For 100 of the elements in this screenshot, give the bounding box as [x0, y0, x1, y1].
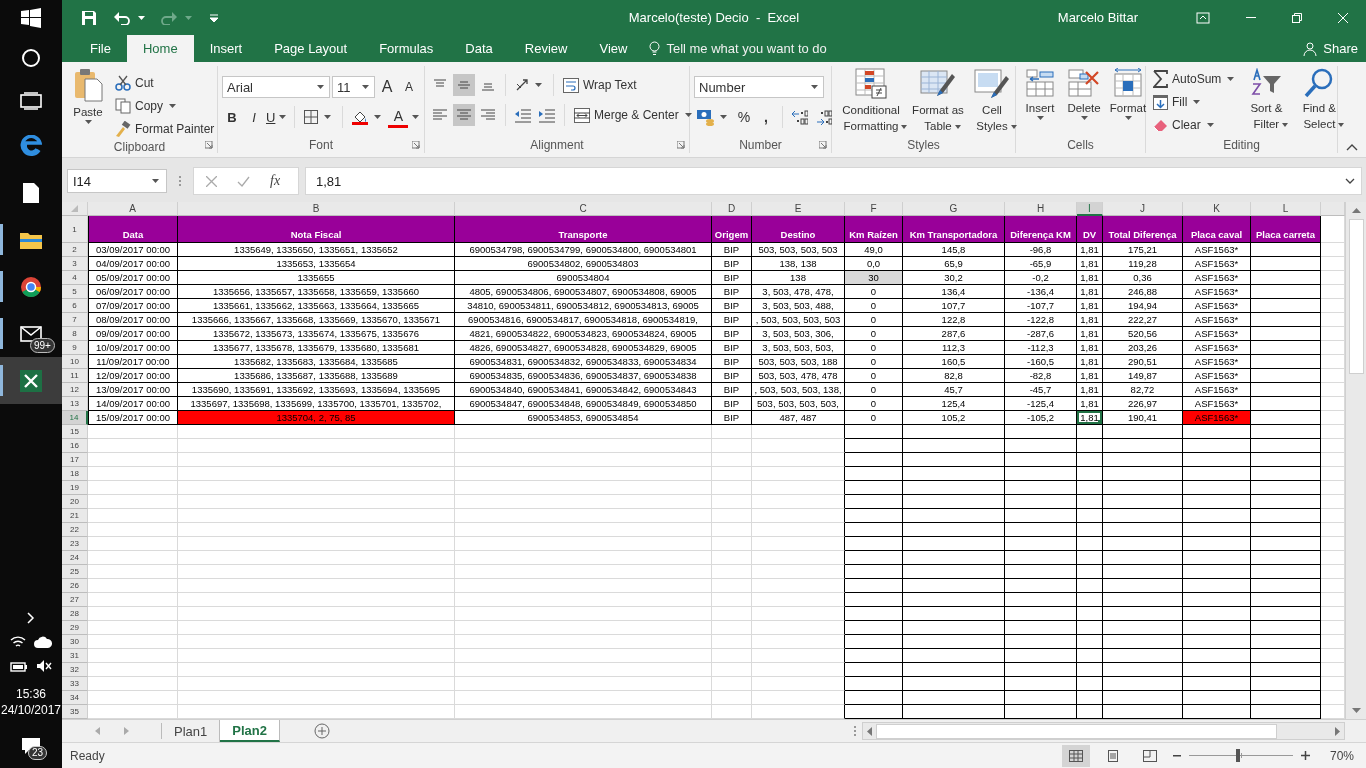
- table-cell[interactable]: 203,26: [1103, 341, 1183, 355]
- table-cell[interactable]: [1251, 285, 1321, 299]
- table-cell[interactable]: [1183, 551, 1251, 565]
- row-header[interactable]: 25: [62, 565, 88, 579]
- slider-thumb[interactable]: [1235, 749, 1240, 762]
- undo-icon[interactable]: [114, 10, 130, 25]
- table-cell[interactable]: [1005, 495, 1077, 509]
- table-cell[interactable]: [752, 551, 845, 565]
- table-cell[interactable]: [1077, 523, 1103, 537]
- table-cell[interactable]: 0: [845, 397, 903, 411]
- table-cell[interactable]: 30,2: [903, 271, 1005, 285]
- table-cell[interactable]: [845, 467, 903, 481]
- table-cell[interactable]: [1183, 495, 1251, 509]
- row-header[interactable]: 14: [62, 411, 88, 425]
- table-cell[interactable]: ASF1563*: [1183, 411, 1251, 425]
- table-cell[interactable]: [1077, 425, 1103, 439]
- table-cell[interactable]: [1251, 579, 1321, 593]
- collapse-ribbon-icon[interactable]: [1346, 144, 1358, 151]
- table-cell[interactable]: 125,4: [903, 397, 1005, 411]
- table-cell[interactable]: [1251, 467, 1321, 481]
- table-cell[interactable]: ASF1563*: [1183, 355, 1251, 369]
- underline-button[interactable]: U: [266, 106, 289, 128]
- table-cell[interactable]: [1103, 691, 1183, 705]
- table-cell[interactable]: [1251, 299, 1321, 313]
- table-cell[interactable]: [1077, 467, 1103, 481]
- taskbar-button[interactable]: [0, 357, 62, 404]
- insert-function-button[interactable]: fx: [270, 173, 281, 189]
- table-cell[interactable]: 1335682, 1335683, 1335684, 1335685: [178, 355, 455, 369]
- table-cell[interactable]: [903, 649, 1005, 663]
- table-cell[interactable]: [1183, 523, 1251, 537]
- row-header[interactable]: 16: [62, 439, 88, 453]
- table-cell[interactable]: [1077, 481, 1103, 495]
- table-cell[interactable]: 30: [845, 271, 903, 285]
- table-cell[interactable]: [903, 453, 1005, 467]
- table-cell[interactable]: [1251, 327, 1321, 341]
- table-cell[interactable]: 520,56: [1103, 327, 1183, 341]
- row-header[interactable]: 20: [62, 495, 88, 509]
- share-button[interactable]: Share: [1303, 35, 1358, 62]
- row-header[interactable]: 2: [62, 243, 88, 257]
- table-cell[interactable]: 6900534835, 6900534836, 6900534837, 6900534838: [455, 369, 712, 383]
- table-cell[interactable]: 6900534798, 6900534799, 6900534800, 6900534801: [455, 243, 712, 257]
- header-cell[interactable]: Destino: [752, 216, 845, 243]
- merge-center-button[interactable]: Merge & Center: [571, 104, 697, 126]
- table-cell[interactable]: 1,81: [1077, 355, 1103, 369]
- table-cell[interactable]: [845, 579, 903, 593]
- table-cell[interactable]: 10/09/2017 00:00: [88, 341, 178, 355]
- table-cell[interactable]: BIP: [712, 383, 752, 397]
- table-cell[interactable]: [1251, 537, 1321, 551]
- table-cell[interactable]: [1005, 453, 1077, 467]
- table-cell[interactable]: [845, 509, 903, 523]
- font-size-field[interactable]: 11: [332, 76, 375, 98]
- header-cell[interactable]: DV: [1077, 216, 1103, 243]
- copy-button[interactable]: Copy: [112, 95, 218, 117]
- table-cell[interactable]: 12/09/2017 00:00: [88, 369, 178, 383]
- table-cell[interactable]: ASF1563*: [1183, 299, 1251, 313]
- table-cell[interactable]: 503, 503, 478, 478: [752, 369, 845, 383]
- table-cell[interactable]: [1005, 509, 1077, 523]
- table-cell[interactable]: -0,2: [1005, 271, 1077, 285]
- table-cell[interactable]: [845, 635, 903, 649]
- table-cell[interactable]: [1183, 467, 1251, 481]
- wifi-icon[interactable]: [10, 635, 26, 649]
- table-cell[interactable]: [1251, 411, 1321, 425]
- taskbar-button[interactable]: 99+: [0, 310, 62, 357]
- task-view-icon[interactable]: [20, 92, 42, 110]
- table-cell[interactable]: [1103, 537, 1183, 551]
- table-cell[interactable]: 4821, 6900534822, 6900534823, 6900534824, 69005: [455, 327, 712, 341]
- table-cell[interactable]: 82,72: [1103, 383, 1183, 397]
- table-cell[interactable]: 06/09/2017 00:00: [88, 285, 178, 299]
- column-header[interactable]: G: [903, 202, 1005, 216]
- table-cell[interactable]: [1077, 649, 1103, 663]
- table-cell[interactable]: [1251, 439, 1321, 453]
- table-cell[interactable]: 0: [845, 299, 903, 313]
- header-cell[interactable]: Km Transportadora: [903, 216, 1005, 243]
- table-cell[interactable]: [752, 495, 845, 509]
- table-cell[interactable]: [752, 621, 845, 635]
- table-cell[interactable]: [1005, 551, 1077, 565]
- table-cell[interactable]: BIP: [712, 271, 752, 285]
- font-color-button[interactable]: A: [388, 106, 409, 128]
- table-cell[interactable]: 138, 138: [752, 257, 845, 271]
- table-cell[interactable]: 03/09/2017 00:00: [88, 243, 178, 257]
- table-cell[interactable]: [1103, 593, 1183, 607]
- table-cell[interactable]: 6900534804: [455, 271, 712, 285]
- row-header[interactable]: 19: [62, 481, 88, 495]
- table-cell[interactable]: [1251, 677, 1321, 691]
- table-cell[interactable]: [845, 691, 903, 705]
- clock[interactable]: 15:36: [0, 686, 62, 702]
- launcher-icon[interactable]: [205, 141, 213, 149]
- row-header[interactable]: 12: [62, 383, 88, 397]
- table-cell[interactable]: 34810, 6900534811, 6900534812, 6900534813, 69005: [455, 299, 712, 313]
- table-cell[interactable]: 1,81: [1077, 243, 1103, 257]
- table-cell[interactable]: 3, 503, 503, 503,: [752, 341, 845, 355]
- table-cell[interactable]: [1077, 691, 1103, 705]
- table-cell[interactable]: [903, 425, 1005, 439]
- delete-button[interactable]: Delete: [1062, 66, 1106, 137]
- table-cell[interactable]: [752, 439, 845, 453]
- bold-button[interactable]: B: [222, 106, 242, 128]
- table-cell[interactable]: [1103, 481, 1183, 495]
- table-cell[interactable]: BIP: [712, 313, 752, 327]
- format-button[interactable]: Format: [1108, 66, 1148, 137]
- table-cell[interactable]: [1077, 579, 1103, 593]
